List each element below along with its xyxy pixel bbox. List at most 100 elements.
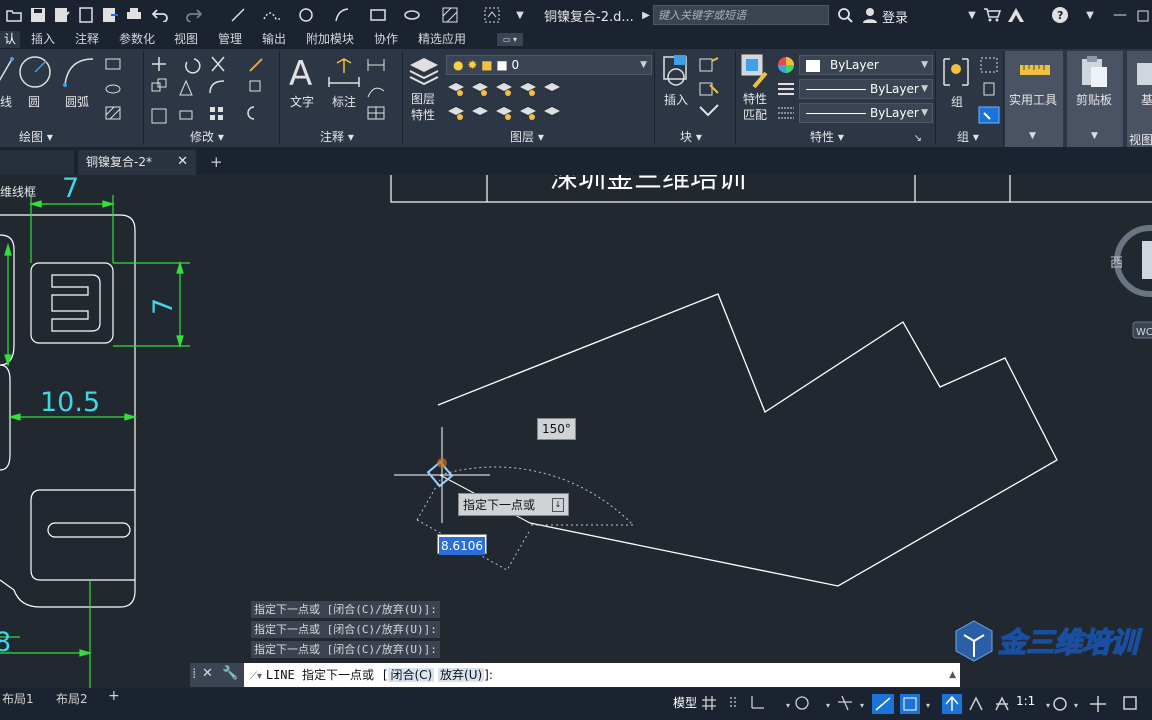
modify-panel-title[interactable]: 修改 ▾ [190,128,224,147]
insert-block-icon[interactable] [660,53,692,93]
circle-large-icon[interactable] [18,55,52,93]
command-input[interactable]: ⟋▾ LINE 指定下一点或 [闭合(C) 放弃(U)]: ▲ [244,663,960,687]
tab-manage[interactable]: 管理 [218,31,242,48]
color-wheel-icon[interactable] [777,56,795,78]
option-undo[interactable]: 放弃(U) [438,668,485,682]
tab-featured[interactable]: 精选应用 [418,31,466,48]
color-dropdown[interactable]: ByLayer ▼ [799,55,933,75]
tab-layout2[interactable]: 布局2 [56,690,88,707]
polyline-icon[interactable] [262,5,282,25]
cart-icon[interactable] [982,5,1002,25]
save-as-icon[interactable] [52,5,72,25]
start-tab[interactable] [0,150,74,175]
undo-icon[interactable] [150,5,170,25]
help-icon[interactable]: ? [1050,5,1070,25]
rectangle-icon[interactable] [368,5,388,25]
tooltip-arrow-icon[interactable]: ↓ [552,498,564,512]
hatch-icon[interactable] [440,5,460,25]
document-tab[interactable]: 铜镍复合-2* ✕ [78,150,196,175]
lineweight-dropdown[interactable]: ByLayer ▼ [799,103,933,123]
add-layout-button[interactable]: + [108,688,120,704]
status-tools[interactable]: ▾ ▾ ▾ ▾ ▾ ▾ [700,694,1152,718]
circle-icon[interactable] [296,5,316,25]
print-icon[interactable] [124,5,144,25]
view-panel[interactable]: 基 视图 [1127,51,1152,147]
group-icon[interactable] [940,55,974,93]
modify-tools-icons[interactable] [150,55,270,131]
viewport-label[interactable]: 维线框 [0,183,36,200]
drawing-svg[interactable]: 深圳金三维培训 7 7 10.5 8 西 WC [0,175,1152,688]
line-tool-icon[interactable] [228,5,248,25]
viewcube-west[interactable]: 西 [1110,256,1123,271]
linetype-dropdown[interactable]: ByLayer ▼ [799,79,933,99]
line-label[interactable]: 线 [0,93,12,110]
close-tab-icon[interactable]: ✕ [177,150,188,174]
block-panel-title[interactable]: 块 ▾ [680,128,702,147]
annotate-small-icons[interactable] [366,57,390,127]
export-icon[interactable] [100,5,120,25]
tab-annotate[interactable]: 注释 [75,31,99,48]
match-properties-icon[interactable] [740,53,772,93]
login-link[interactable]: 登录 [882,7,908,26]
arc-large-icon[interactable] [62,55,96,93]
help-dropdown-icon[interactable]: ▼ [1080,5,1100,25]
lineweight-icon[interactable] [777,105,795,124]
drawing-canvas[interactable]: 深圳金三维培训 7 7 10.5 8 西 WC 维线框 150° 指定下一点或 … [0,175,1152,688]
redo-icon[interactable] [184,5,204,25]
search-icon[interactable] [835,5,855,25]
save-icon[interactable] [28,5,48,25]
tab-output[interactable]: 输出 [262,31,286,48]
layers-panel-title[interactable]: 图层 ▾ [510,128,544,147]
layer-tools-icons[interactable] [446,79,566,129]
autodesk-a-icon[interactable] [1006,5,1026,25]
region-icon[interactable] [482,5,502,25]
ribbon-minimize-icon[interactable]: ▭ ▾ [497,33,523,46]
arc-label[interactable]: 圆弧 [65,93,89,110]
text-large-icon[interactable]: A [287,53,317,94]
drawn-polyline[interactable] [437,293,1058,587]
command-recent-icon[interactable]: ⟋▾ [250,671,262,682]
clipboard-panel[interactable]: 剪贴板 ▼ [1067,51,1123,147]
circle-label[interactable]: 圆 [28,93,40,110]
restore-icon[interactable] [1134,5,1152,25]
arc-icon[interactable] [332,5,352,25]
new-icon[interactable] [76,5,96,25]
line-large-icon[interactable] [0,57,14,93]
group-small-icons[interactable] [978,55,1002,129]
viewcube-face[interactable] [1142,241,1152,279]
match-properties-label[interactable]: 特性 匹配 [743,91,767,123]
annotation-scale[interactable]: 1:1 [1016,694,1035,708]
properties-launcher-icon[interactable]: ↘ [914,133,922,144]
linetype-icon[interactable] [777,81,795,100]
tab-view[interactable]: 视图 [174,31,198,48]
qat-more-icon[interactable]: ▼ [510,5,530,25]
insert-label[interactable]: 插入 [664,91,688,108]
user-icon[interactable] [860,5,880,25]
groups-panel-title[interactable]: 组 ▾ [957,128,979,147]
tab-layout1[interactable]: 布局1 [2,690,34,707]
block-small-icons[interactable] [698,57,722,127]
dimension-large-icon[interactable] [327,55,361,93]
layer-dropdown[interactable]: ● ✹ ■ ■ 0 ▼ [446,55,652,75]
dim-label[interactable]: 标注 [332,93,356,110]
open-icon[interactable] [4,5,24,25]
tab-insert[interactable]: 插入 [31,31,55,48]
new-tab-button[interactable]: + [210,153,223,171]
tab-parametric[interactable]: 参数化 [119,31,155,48]
annotate-panel-title[interactable]: 注释 ▾ [320,128,354,147]
tab-collaborate[interactable]: 协作 [374,31,398,48]
option-close[interactable]: 闭合(C) [388,668,435,682]
close-command-icon[interactable]: ✕ [202,666,213,681]
length-input[interactable]: 8.6106 [437,534,487,555]
draw-panel-title[interactable]: 绘图 ▾ [19,128,53,147]
model-space-button[interactable]: 模型 [673,694,697,711]
search-input[interactable]: 键入关键字或短语 [653,5,829,25]
tab-addons[interactable]: 附加模块 [306,31,354,48]
command-history-toggle-icon[interactable]: ▲ [949,663,956,687]
minimize-icon[interactable]: — [1110,5,1130,25]
group-label[interactable]: 组 [951,93,963,110]
tab-home[interactable]: 认 [0,31,21,48]
rect-small-icon[interactable] [104,57,134,131]
customize-wrench-icon[interactable]: 🔧 [222,666,238,681]
grip-icon[interactable]: ⁞ [192,666,196,682]
